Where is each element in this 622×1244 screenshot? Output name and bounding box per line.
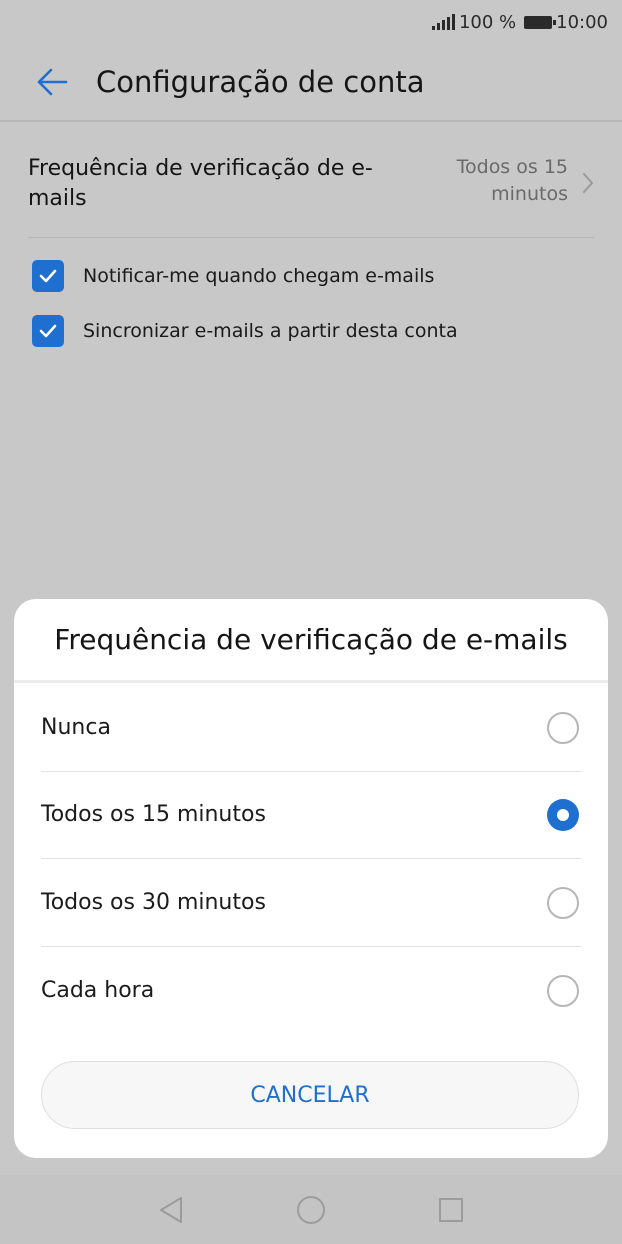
notify-checkbox[interactable] (32, 260, 64, 292)
cancel-button[interactable]: CANCELAR (41, 1061, 579, 1129)
frequency-dialog: Frequência de verificação de e-mails Nun… (14, 599, 608, 1158)
status-time: 10:00 (556, 11, 608, 33)
battery-icon (524, 15, 557, 29)
frequency-setting-value-group: Todos os 15 minutos (428, 154, 594, 208)
radio-selected-icon[interactable] (547, 798, 579, 831)
notify-checkbox-label: Notificar-me quando chegam e-mails (83, 265, 435, 287)
recents-square-icon (439, 1197, 463, 1222)
option-nunca[interactable]: Nunca (41, 684, 581, 772)
frequency-setting-row[interactable]: Frequência de verificação de e-mails Tod… (28, 136, 594, 238)
checkmark-icon (39, 324, 57, 338)
home-circle-icon (297, 1195, 325, 1224)
status-bar: 100 % 10:00 (0, 0, 622, 44)
notify-checkbox-row[interactable]: Notificar-me quando chegam e-mails (32, 256, 592, 296)
nav-home-button[interactable] (287, 1186, 335, 1234)
option-label: Todos os 15 minutos (41, 802, 266, 827)
sync-checkbox[interactable] (32, 315, 64, 347)
nav-recents-button[interactable] (427, 1186, 475, 1234)
option-label: Cada hora (41, 978, 155, 1003)
back-button[interactable] (20, 52, 84, 112)
radio-unselected-icon[interactable] (547, 974, 579, 1007)
system-nav-bar (0, 1175, 622, 1244)
page-title: Configuração de conta (96, 65, 425, 99)
sync-checkbox-row[interactable]: Sincronizar e-mails a partir desta conta (32, 311, 592, 351)
option-label: Nunca (41, 715, 111, 740)
battery-percentage: 100 % (458, 11, 517, 33)
back-triangle-icon (160, 1196, 182, 1223)
sync-checkbox-label: Sincronizar e-mails a partir desta conta (83, 320, 458, 342)
chevron-right-icon (583, 173, 593, 193)
back-arrow-icon (37, 68, 68, 96)
dialog-title: Frequência de verificação de e-mails (14, 599, 608, 683)
nav-back-button[interactable] (147, 1186, 195, 1234)
radio-unselected-icon[interactable] (547, 886, 579, 919)
checkmark-icon (39, 269, 57, 283)
app-bar: Configuração de conta (0, 44, 622, 122)
option-cada-hora[interactable]: Cada hora (41, 947, 581, 1034)
frequency-setting-value: Todos os 15 minutos (456, 156, 568, 205)
option-15-minutes[interactable]: Todos os 15 minutos (41, 771, 581, 859)
option-label: Todos os 30 minutos (41, 890, 266, 915)
signal-bars-icon (431, 14, 455, 30)
radio-unselected-icon[interactable] (547, 711, 579, 744)
option-30-minutes[interactable]: Todos os 30 minutos (41, 859, 581, 947)
frequency-setting-label: Frequência de verificação de e-mails (28, 156, 373, 211)
